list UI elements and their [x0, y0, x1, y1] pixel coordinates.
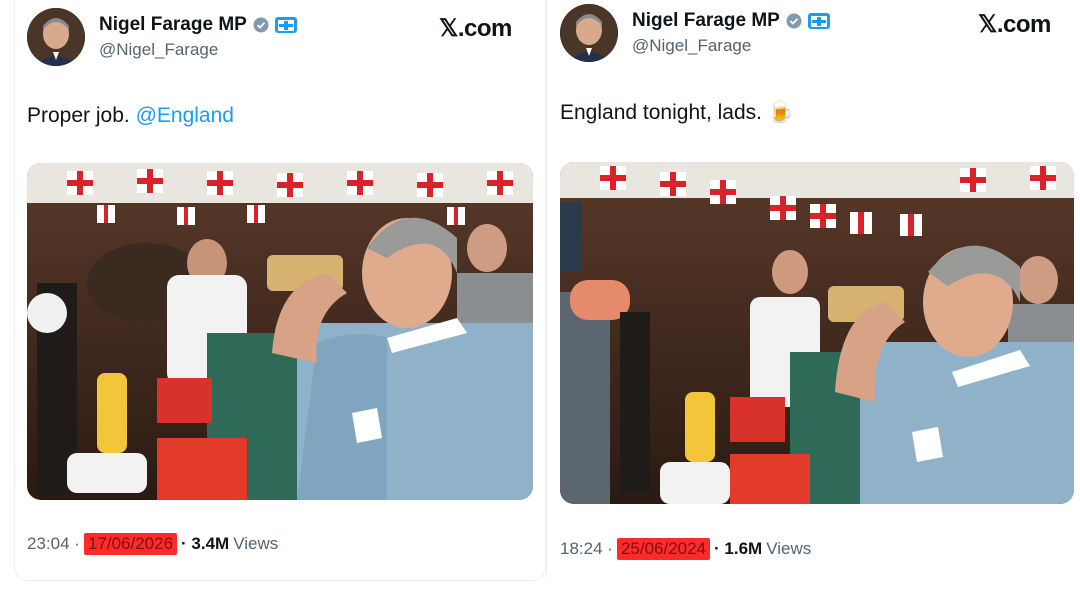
site-logo: 𝕏.com: [978, 11, 1051, 38]
handle[interactable]: @Nigel_Farage: [632, 36, 751, 56]
tweet-time[interactable]: 23:04 ·: [27, 534, 80, 554]
handle[interactable]: @Nigel_Farage: [99, 40, 218, 60]
tweet-metadata: 23:04 · 17/06/2026 · 3.4M Views: [27, 533, 278, 555]
view-count: · 1.6M: [714, 539, 763, 558]
site-logo: 𝕏.com: [439, 15, 512, 42]
display-name[interactable]: Nigel Farage MP: [99, 14, 247, 36]
display-name[interactable]: Nigel Farage MP: [632, 10, 780, 32]
tweet-date-highlight[interactable]: 25/06/2024: [616, 538, 711, 560]
flag-badge-icon: [807, 13, 830, 29]
tweet-time[interactable]: 18:24 ·: [560, 539, 613, 559]
tweet-photo[interactable]: [560, 162, 1074, 504]
tweet-photo[interactable]: [27, 163, 533, 500]
verified-badge-icon: [786, 13, 802, 29]
divider: [546, 0, 547, 580]
views-label: Views: [233, 534, 279, 553]
tweet-card-2[interactable]: Nigel Farage MP @Nigel_Farage 𝕏.com Engl…: [548, 0, 1078, 580]
flag-badge-icon: [274, 17, 297, 33]
tweet-date-highlight[interactable]: 17/06/2026: [83, 533, 178, 555]
verified-badge-icon: [253, 17, 269, 33]
avatar[interactable]: [27, 8, 85, 66]
views-label: Views: [766, 539, 812, 558]
tweet-text: England tonight, lads. 🍺: [560, 101, 794, 124]
tweet-metadata: 18:24 · 25/06/2024 · 1.6M Views: [560, 538, 811, 560]
avatar[interactable]: [560, 4, 618, 62]
view-count: · 3.4M: [181, 534, 230, 553]
tweet-text-body: Proper job.: [27, 104, 136, 127]
tweet-card-1[interactable]: Nigel Farage MP @Nigel_Farage 𝕏.com Prop…: [14, 0, 546, 581]
mention-link[interactable]: @England: [136, 104, 234, 127]
tweet-text: Proper job. @England: [27, 104, 234, 128]
